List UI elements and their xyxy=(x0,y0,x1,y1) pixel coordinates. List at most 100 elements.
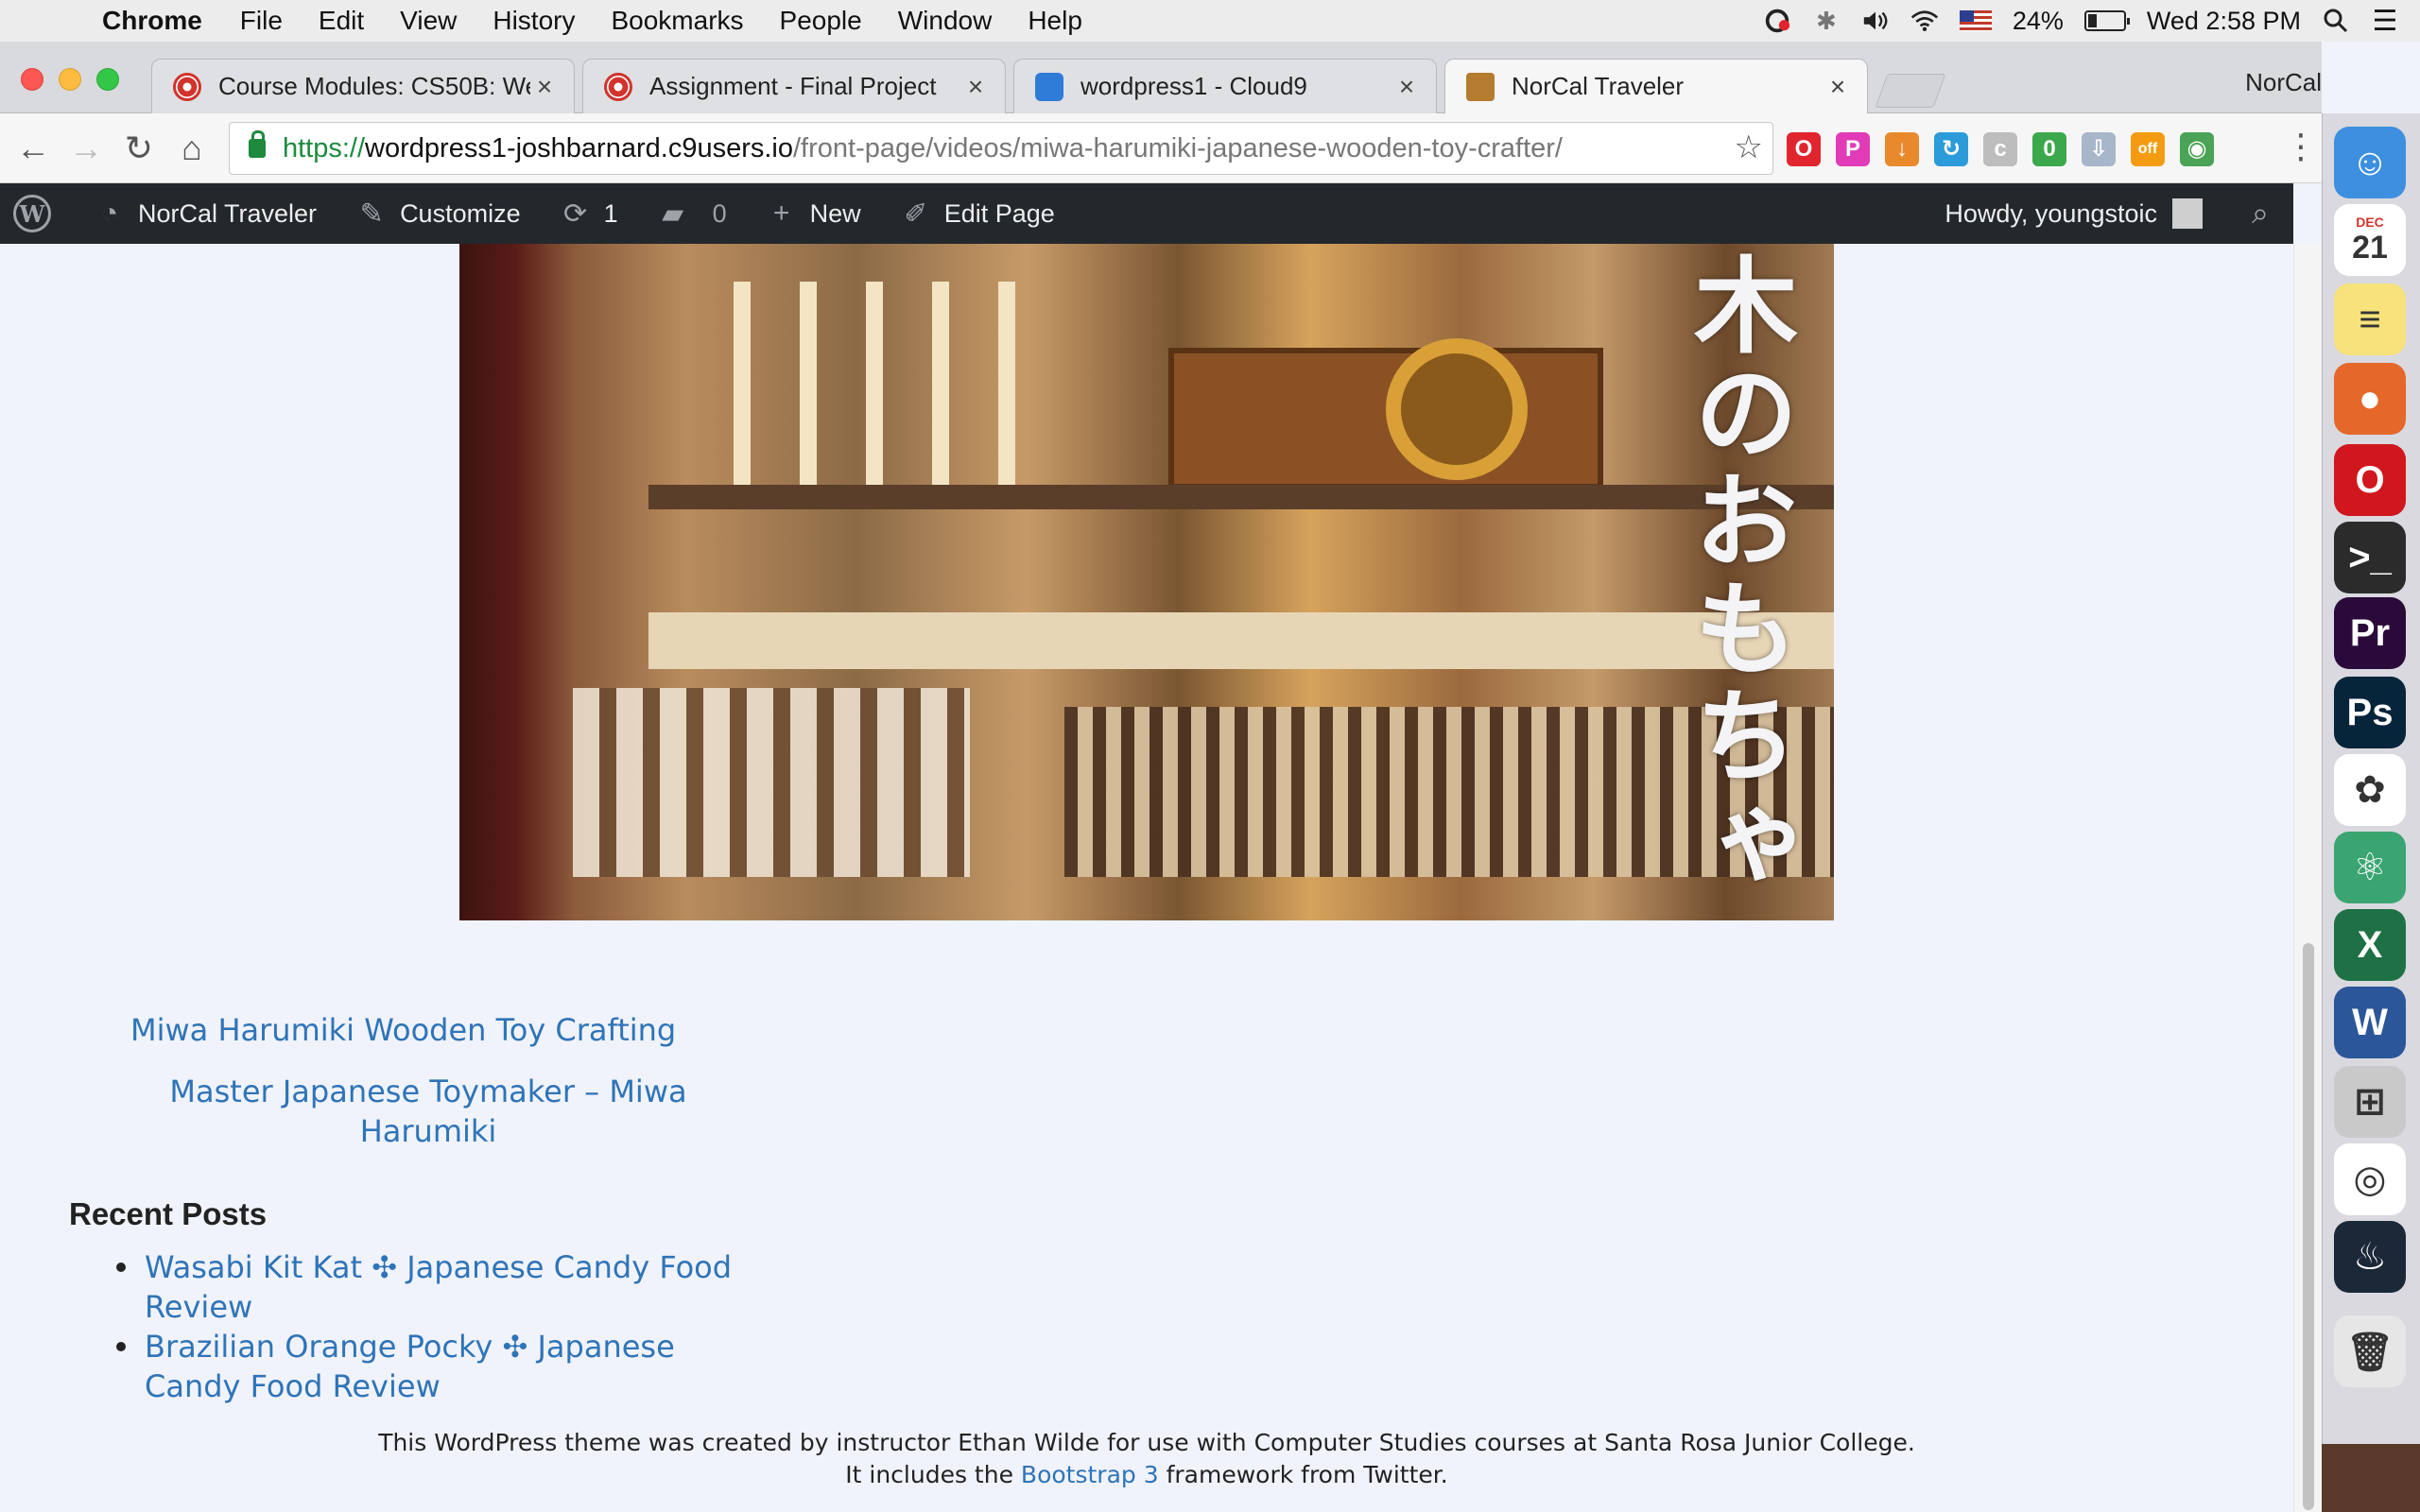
dock-glyph: ⚛ xyxy=(2353,847,2387,888)
download-icon[interactable]: ↓ xyxy=(1885,132,1919,166)
firefox-icon[interactable]: ● xyxy=(2334,363,2406,435)
trash-icon[interactable]: 🗑 xyxy=(2334,1315,2406,1387)
profile-name[interactable]: NorCal xyxy=(2245,68,2322,97)
css-icon[interactable]: c xyxy=(1983,132,2017,166)
home-icon[interactable]: ⌂ xyxy=(172,129,212,168)
bootstrap-link[interactable]: Bootstrap 3 xyxy=(1021,1461,1159,1488)
avatar[interactable] xyxy=(2172,198,2203,229)
menu-bookmarks[interactable]: Bookmarks xyxy=(611,6,743,36)
finder-icon[interactable]: ☺ xyxy=(2334,127,2406,198)
admin-site-name[interactable]: ◔ NorCal Traveler xyxy=(74,183,336,244)
address-bar[interactable]: https:// wordpress1-joshbarnard.c9users.… xyxy=(229,122,1773,175)
new-tab-button[interactable] xyxy=(1875,74,1946,108)
volume-icon[interactable] xyxy=(1861,7,1890,35)
menubar-clock[interactable]: Wed 2:58 PM xyxy=(2147,7,2301,36)
opera-browser-icon[interactable]: O xyxy=(2334,444,2406,516)
steam-icon[interactable]: ♨ xyxy=(2334,1221,2406,1293)
admin-howdy[interactable]: Howdy, youngstoic xyxy=(1945,199,2157,229)
window-minimize-button[interactable] xyxy=(59,68,81,91)
reload-icon[interactable]: ↻ xyxy=(119,129,159,168)
close-icon[interactable]: × xyxy=(961,72,990,102)
pen-icon[interactable]: P xyxy=(1836,132,1870,166)
spotlight-search-icon[interactable] xyxy=(2322,7,2350,35)
atom-icon[interactable]: ⚛ xyxy=(2334,832,2406,903)
globe-icon[interactable]: ◉ xyxy=(2180,132,2214,166)
wordpress-logo-icon[interactable]: W xyxy=(13,195,51,232)
photoshop-icon[interactable]: Ps xyxy=(2334,677,2406,748)
notes-icon[interactable]: ≡ xyxy=(2334,284,2406,355)
badge-icon[interactable]: 0 xyxy=(2032,132,2066,166)
input-source-flag-icon[interactable] xyxy=(1959,10,1992,31)
scrollbar-thumb[interactable] xyxy=(2303,943,2314,1510)
admin-edit-page[interactable]: ✐ Edit Page xyxy=(880,183,1074,244)
menu-history[interactable]: History xyxy=(493,6,575,36)
calculator-icon[interactable]: ⊞ xyxy=(2334,1066,2406,1138)
video-player[interactable]: 木のおもちゃ xyxy=(459,244,1834,920)
chrome-icon[interactable]: ◎ xyxy=(2334,1143,2406,1215)
search-icon[interactable]: ⌕ xyxy=(2227,196,2293,232)
menu-edit[interactable]: Edit xyxy=(319,6,364,36)
notification-center-icon[interactable]: ☰ xyxy=(2371,6,2399,37)
battery-percent: 24% xyxy=(2012,6,2064,35)
battery-icon[interactable] xyxy=(2083,10,2130,31)
menu-window[interactable]: Window xyxy=(898,6,993,36)
excel-icon[interactable]: X xyxy=(2334,909,2406,981)
pencil-icon: ✐ xyxy=(904,198,928,230)
tab-course-modules[interactable]: Course Modules: CS50B: Web × xyxy=(151,59,575,113)
menu-app-name[interactable]: Chrome xyxy=(102,6,202,36)
admin-bar-secondary: Howdy, youngstoic ⌕ xyxy=(1945,183,2293,244)
menu-people[interactable]: People xyxy=(780,6,862,36)
recent-post-link[interactable]: Wasabi Kit Kat ✣ Japanese Candy Food Rev… xyxy=(145,1249,732,1325)
customize-label: Customize xyxy=(400,198,521,228)
terminal-icon[interactable]: >_ xyxy=(2334,522,2406,593)
dock-glyph: 21 xyxy=(2352,229,2388,266)
admin-updates[interactable]: ⟳ 1 xyxy=(540,183,637,244)
admin-customize[interactable]: ✎ Customize xyxy=(336,183,540,244)
apple-menu-icon[interactable] xyxy=(36,4,70,38)
tab-assignment-final-project[interactable]: Assignment - Final Project × xyxy=(582,59,1006,113)
off-icon[interactable]: off xyxy=(2131,132,2165,166)
chrome-menu-icon[interactable]: ⋮ xyxy=(2284,127,2318,166)
opera-icon[interactable]: O xyxy=(1787,132,1821,166)
dock-glyph: ⊞ xyxy=(2354,1081,2386,1123)
close-icon[interactable]: × xyxy=(1824,72,1852,102)
url-path: /front-page/videos/miwa-harumiki-japanes… xyxy=(793,132,1563,163)
close-icon[interactable]: × xyxy=(1392,72,1421,102)
edit-page-label: Edit Page xyxy=(943,198,1055,228)
tab-norcal-traveler[interactable]: NorCal Traveler × xyxy=(1444,59,1868,113)
admin-new-content[interactable]: + New xyxy=(746,183,880,244)
calendar-icon[interactable]: DEC 21 xyxy=(2334,204,2406,276)
dock-glyph: ♨ xyxy=(2353,1236,2387,1278)
tab-cloud9[interactable]: wordpress1 - Cloud9 × xyxy=(1013,59,1437,113)
close-icon[interactable]: × xyxy=(530,72,559,102)
window-close-button[interactable] xyxy=(21,68,43,91)
window-zoom-button[interactable] xyxy=(96,68,119,91)
dock-glyph: ✿ xyxy=(2354,769,2386,811)
menu-help[interactable]: Help xyxy=(1028,6,1082,36)
forward-arrow-icon[interactable]: → xyxy=(66,129,106,168)
admin-comments[interactable]: ▰ 0 xyxy=(637,183,746,244)
video-scene-posts xyxy=(734,282,1046,490)
wifi-icon[interactable] xyxy=(1910,7,1939,35)
recent-post-link[interactable]: Brazilian Orange Pocky ✣ Japanese Candy … xyxy=(145,1329,675,1404)
back-arrow-icon[interactable]: ← xyxy=(13,129,53,168)
creative-cloud-icon[interactable] xyxy=(1763,7,1791,35)
word-icon[interactable]: W xyxy=(2334,987,2406,1058)
photos-icon[interactable]: ✿ xyxy=(2334,754,2406,826)
video-subtitle-link[interactable]: Master Japanese Toymaker – Miwa Harumiki xyxy=(161,1072,696,1151)
premiere-icon[interactable]: Pr xyxy=(2334,597,2406,669)
menu-view[interactable]: View xyxy=(400,6,457,36)
sync-icon[interactable]: ↻ xyxy=(1934,132,1968,166)
arrow-down-icon[interactable]: ⇩ xyxy=(2082,132,2116,166)
video-title-link[interactable]: Miwa Harumiki Wooden Toy Crafting xyxy=(130,1012,676,1048)
video-scene-wheel xyxy=(1386,338,1528,480)
tab-title: wordpress1 - Cloud9 xyxy=(1080,72,1307,100)
menu-file[interactable]: File xyxy=(240,6,283,36)
bookmark-star-icon[interactable]: ☆ xyxy=(1735,129,1763,166)
lock-icon[interactable] xyxy=(249,130,266,158)
canvas-icon xyxy=(173,72,201,101)
dock-glyph: Pr xyxy=(2349,611,2391,654)
page-scrollbar[interactable] xyxy=(2293,244,2322,1512)
bluetooth-icon[interactable]: ✱ xyxy=(1812,7,1841,35)
canvas-icon xyxy=(604,72,632,101)
